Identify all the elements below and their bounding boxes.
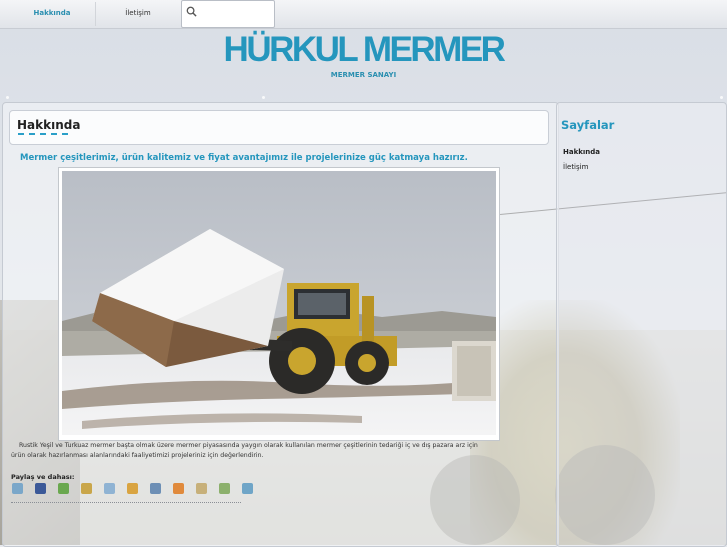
about-line: ürün olarak hazırlanması alanlarındaki f… [11,451,264,459]
sidebar-title: Sayfalar [561,118,615,132]
blogger-icon[interactable] [173,483,184,494]
nav-item-hakkinda[interactable]: Hakkında [10,0,94,28]
rss-icon[interactable] [196,483,207,494]
share-label: Paylaş ve dahası: [11,473,75,481]
sidebar-link-hakkinda[interactable]: Hakkında [563,148,600,156]
digg-icon[interactable] [127,483,138,494]
page-title: Hakkında [17,118,81,132]
sidebar-link-iletisim[interactable]: İletişim [563,163,588,171]
facebook-icon[interactable] [35,483,46,494]
site-subtitle: MERMER SANAYI [330,71,397,79]
title-underline [18,133,68,135]
about-line: Rustik Yeşil ve Turkuaz mermer başta olm… [19,442,478,449]
email-icon[interactable] [12,483,23,494]
nav-item-iletisim[interactable]: İletişim [96,0,180,28]
search-icon [186,6,197,17]
loader-with-marble-block-photo [62,171,496,435]
top-navigation: Hakkında İletişim [0,0,727,29]
favorites-icon[interactable] [81,483,92,494]
search-input[interactable] [181,0,275,28]
delicious-icon[interactable] [150,483,161,494]
decorative-dot [262,96,265,99]
decorative-dot [720,96,723,99]
share-divider [11,502,241,503]
google-icon[interactable] [58,483,69,494]
site-title[interactable]: HÜRKUL MERMER [0,30,727,70]
about-paragraph: Rustik Yeşil ve Turkuaz mermer başta olm… [11,441,546,460]
print-icon[interactable] [219,483,230,494]
stumble-icon[interactable] [242,483,253,494]
tagline-text: Mermer çeşitlerimiz, ürün kalitemiz ve f… [20,153,468,163]
decorative-dot [6,96,9,99]
twitter-icon[interactable] [104,483,115,494]
page-title-box [9,110,549,145]
